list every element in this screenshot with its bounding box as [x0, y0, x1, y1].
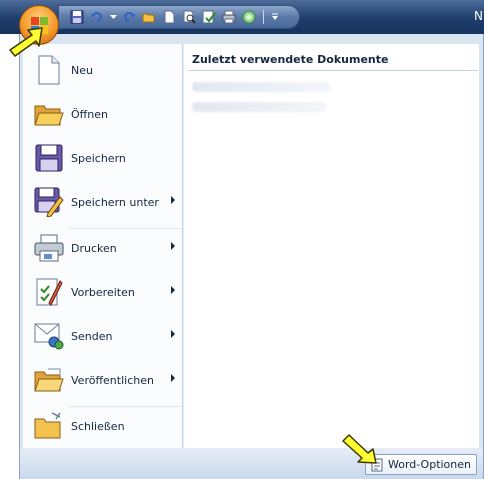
- office-menu: Neu Öffnen Speichern Speichern unter Dru…: [19, 34, 484, 479]
- printer-icon: [32, 231, 66, 265]
- toolbar-divider: [263, 10, 264, 24]
- circle-icon[interactable]: [241, 9, 257, 25]
- word-options-label: Word-Optionen: [388, 458, 471, 471]
- menu-commands-pane: Neu Öffnen Speichern Speichern unter Dru…: [23, 44, 183, 448]
- submenu-arrow-icon: [171, 374, 175, 382]
- pointer-arrow-icon: [9, 27, 43, 57]
- submenu-arrow-icon: [171, 196, 175, 204]
- menu-item-prepare[interactable]: Vorbereiten: [23, 272, 183, 312]
- recent-documents-title: Zuletzt verwendete Dokumente: [192, 53, 389, 66]
- send-icon: [32, 319, 66, 353]
- new-document-icon: [32, 53, 66, 87]
- new-icon[interactable]: [161, 9, 177, 25]
- menu-item-label: Vorbereiten: [71, 285, 135, 299]
- menu-item-label: Öffnen: [71, 107, 108, 121]
- save-floppy-icon: [32, 141, 66, 175]
- recent-document-entry[interactable]: [192, 82, 330, 92]
- menu-item-label: Drucken: [71, 241, 117, 255]
- menu-item-print[interactable]: Drucken: [23, 228, 183, 268]
- open-folder-icon: [32, 97, 66, 131]
- menu-item-publish[interactable]: Veröffentlichen: [23, 360, 183, 400]
- menu-item-label: Senden: [71, 329, 113, 343]
- menu-item-label: Speichern: [71, 151, 126, 165]
- menu-item-label: Veröffentlichen: [71, 373, 154, 387]
- menu-item-label: Schließen: [71, 419, 125, 433]
- save-as-icon: [32, 185, 66, 219]
- customize-toolbar-icon[interactable]: [270, 9, 280, 25]
- menu-item-open[interactable]: Öffnen: [23, 94, 183, 134]
- menu-item-new[interactable]: Neu: [23, 50, 183, 90]
- submenu-arrow-icon: [171, 330, 175, 338]
- recent-documents-pane: Zuletzt verwendete Dokumente: [183, 44, 479, 448]
- publish-folder-icon: [32, 363, 66, 397]
- menu-item-close[interactable]: Schließen: [23, 406, 183, 446]
- quick-print-icon[interactable]: [221, 9, 237, 25]
- prepare-document-icon: [32, 275, 66, 309]
- menu-item-save[interactable]: Speichern: [23, 138, 183, 178]
- undo-dropdown-icon[interactable]: [109, 9, 117, 25]
- menu-bottom-bar: Word-Optionen: [20, 448, 483, 479]
- menu-item-send[interactable]: Senden: [23, 316, 183, 356]
- menu-item-save-as[interactable]: Speichern unter: [23, 182, 183, 222]
- title-bar: N: [0, 0, 484, 34]
- undo-icon[interactable]: [89, 9, 105, 25]
- print-preview-icon[interactable]: [181, 9, 197, 25]
- save-icon[interactable]: [69, 9, 85, 25]
- menu-item-label: Speichern unter: [71, 195, 159, 209]
- word-options-button[interactable]: Word-Optionen: [365, 454, 477, 475]
- submenu-arrow-icon: [171, 286, 175, 294]
- window-title: N: [474, 9, 483, 23]
- menu-item-label: Neu: [71, 63, 93, 77]
- pointer-arrow-icon: [342, 434, 377, 464]
- redo-icon[interactable]: [121, 9, 137, 25]
- submenu-arrow-icon: [171, 242, 175, 250]
- open-icon[interactable]: [141, 9, 157, 25]
- recent-divider: [188, 70, 478, 71]
- quick-access-toolbar: [58, 5, 300, 29]
- recent-document-entry[interactable]: [192, 102, 326, 112]
- spelling-icon[interactable]: [201, 9, 217, 25]
- close-folder-icon: [32, 409, 66, 443]
